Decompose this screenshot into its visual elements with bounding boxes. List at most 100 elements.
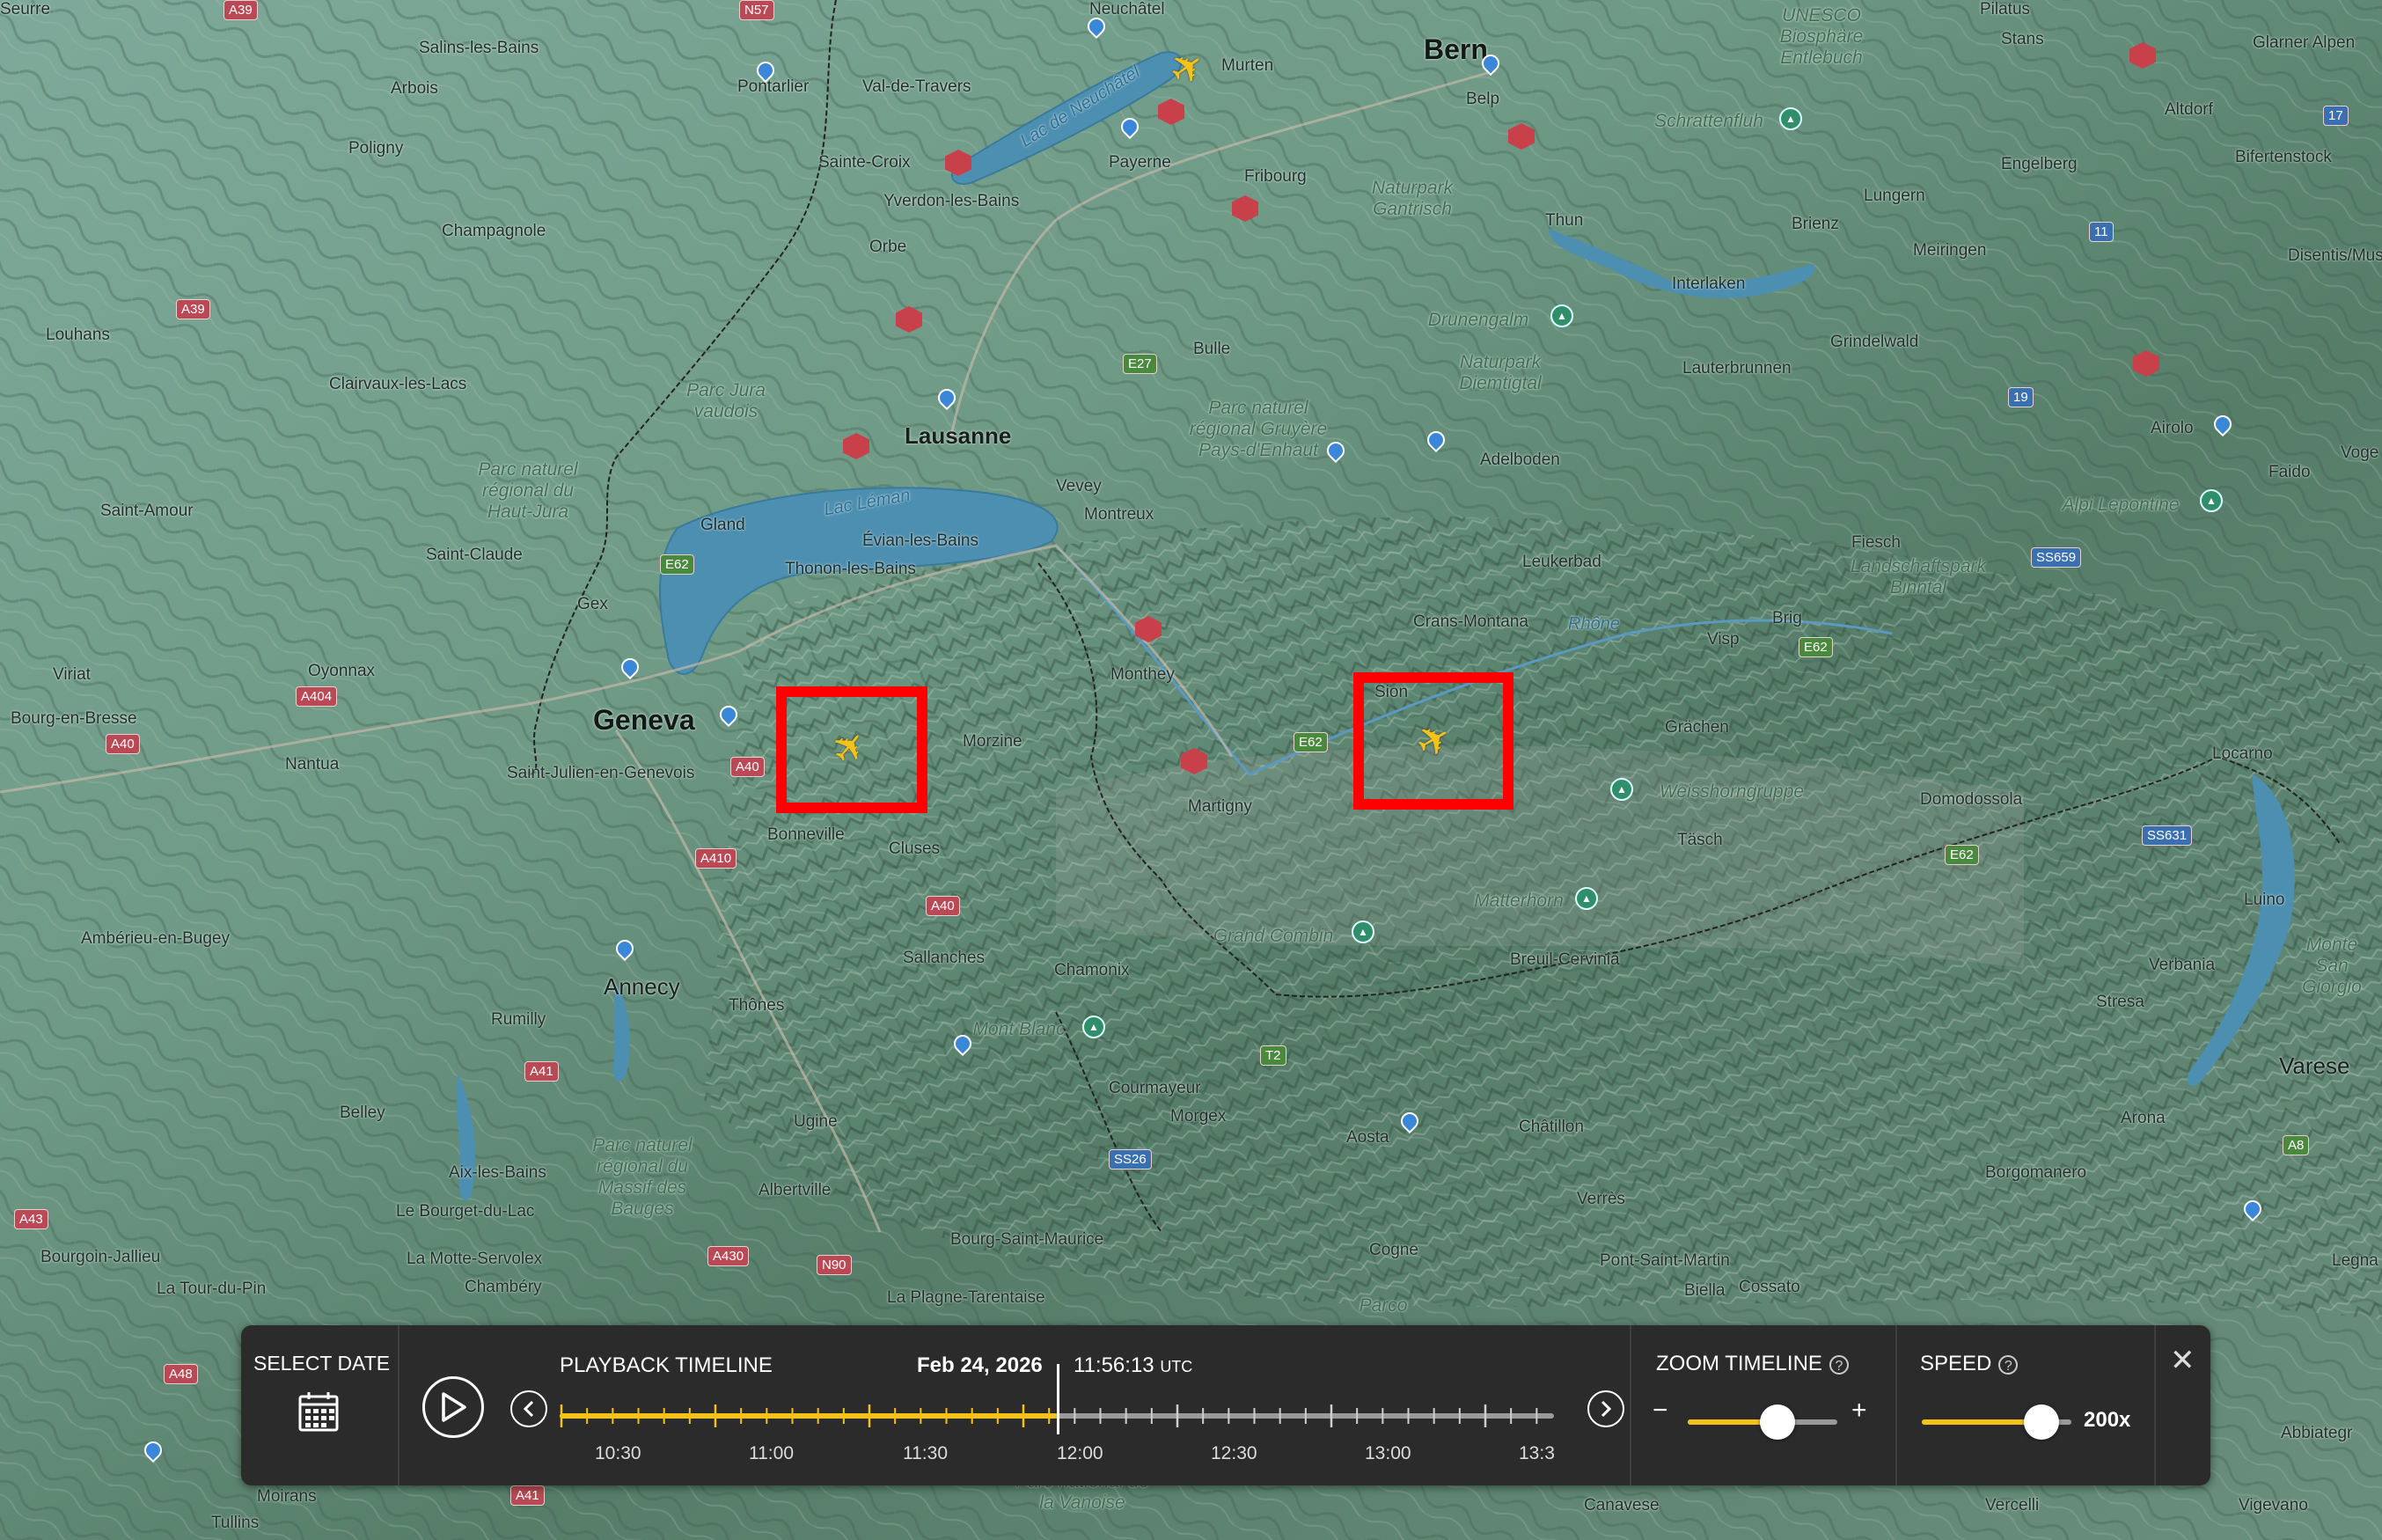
label-park-gantrisch: Naturpark Gantrisch [1371,178,1454,219]
speed-slider-knob[interactable] [2024,1404,2059,1440]
playback-time-zone: UTC [1160,1358,1193,1375]
label-la-tour: La Tour-du-Pin [157,1280,267,1298]
peak-icon: ▲ [1610,778,1633,801]
select-date-section[interactable]: SELECT DATE [241,1325,399,1485]
label-belp: Belp [1466,90,1500,108]
highlight-box [1353,672,1513,810]
road-shield: A39 [176,299,210,319]
timeline-forward-button[interactable] [1587,1390,1624,1427]
label-cossato: Cossato [1739,1278,1800,1296]
road-shield: E27 [1123,354,1157,374]
help-icon[interactable]: ? [1998,1354,2019,1375]
label-bonneville: Bonneville [767,825,845,844]
road-shield: E62 [1294,732,1328,752]
label-moirans: Moirans [257,1487,317,1506]
zoom-slider[interactable] [1688,1404,1837,1440]
road-shield: A40 [730,757,765,777]
road-shield: SS26 [1109,1149,1152,1170]
play-button[interactable] [422,1376,484,1438]
label-park-gruyere: Parc naturel régional Gruyère Pays-d'Enh… [1189,398,1328,460]
speed-title: SPEED? [1920,1352,2019,1376]
label-peak-weisshorn: Weisshorngruppe [1659,781,1805,802]
chevron-left-icon [523,1400,534,1418]
timeline-track[interactable]: 10:30 11:00 11:30 12:00 12:30 13:00 13:3… [560,1364,1554,1470]
label-voge: Voge [2341,444,2379,462]
label-sainte-croix: Sainte-Croix [818,153,911,172]
label-arona: Arona [2121,1109,2166,1127]
label-la-plagne: La Plagne-Tarentaise [887,1288,1045,1307]
road-shield: E62 [1799,637,1833,657]
label-poligny: Poligny [348,139,404,158]
zoom-timeline-section: ZOOM TIMELINE? − + [1631,1325,1897,1485]
label-leukerbad: Leukerbad [1522,553,1601,571]
label-aosta: Aosta [1346,1128,1389,1147]
label-visp: Visp [1707,630,1740,649]
label-courmayeur: Courmayeur [1109,1079,1201,1097]
label-interlaken: Interlaken [1672,275,1746,293]
label-monthey: Monthey [1110,665,1175,684]
label-canavese: Canavese [1584,1496,1660,1514]
timeline-tick-label: 10:30 [595,1443,641,1463]
label-nantua: Nantua [285,755,340,774]
label-varese: Varese [2279,1052,2350,1079]
timeline-tick-label: 11:00 [749,1443,794,1463]
peak-icon: ▲ [1352,920,1374,943]
label-peak-matterhorn: Matterhorn [1474,891,1564,911]
label-thun: Thun [1545,211,1584,230]
road-shield: 11 [2089,222,2114,242]
label-peak-grand-combin: Grand Combin [1213,926,1334,946]
label-arbois: Arbois [391,79,438,98]
label-airolo: Airolo [2151,419,2194,437]
label-clairvaux: Clairvaux-les-Lacs [329,375,467,393]
timeline-tick-label: 13:00 [1365,1443,1411,1463]
label-rumilly: Rumilly [491,1010,546,1029]
zoom-in-button[interactable]: + [1851,1396,1867,1426]
label-louhans: Louhans [46,326,110,344]
map-canvas[interactable]: Geneva Bern Lausanne Neuchâtel Murten Fr… [0,0,2382,1540]
zoom-out-button[interactable]: − [1653,1396,1668,1426]
label-meiringen: Meiringen [1913,241,1987,260]
label-locarno: Locarno [2212,744,2273,763]
label-fribourg: Fribourg [1244,167,1307,186]
timeline-playhead[interactable] [1057,1364,1059,1434]
label-morgex: Morgex [1170,1107,1227,1126]
road-shield: 19 [2008,387,2034,407]
speed-slider[interactable] [1922,1404,2071,1440]
label-payerne: Payerne [1109,153,1171,172]
zoom-slider-knob[interactable] [1760,1404,1795,1440]
label-martigny: Martigny [1188,797,1252,816]
label-peak-schrattenfluh: Schrattenfluh [1654,111,1763,131]
label-fiesch: Fiesch [1851,533,1901,552]
label-park-bauges: Parc naturel régional du Massif des Baug… [592,1135,693,1219]
label-breuil: Breuil-Cervinia [1510,950,1620,969]
timeline-back-button[interactable] [510,1390,547,1427]
calendar-icon[interactable] [297,1390,340,1433]
label-yverdon: Yverdon-les-Bains [883,192,1020,210]
road-shield: A39 [224,0,258,20]
label-peak-mont-blanc: Mont Blanc [972,1019,1066,1039]
chevron-right-icon [1601,1400,1612,1418]
timeline-tick-label: 13:3( [1519,1443,1554,1463]
label-chatillon: Châtillon [1519,1118,1584,1136]
label-bourgoin: Bourgoin-Jallieu [40,1248,161,1266]
label-peak-alpi-lepontine: Alpi Lepontine [2062,495,2180,515]
close-icon[interactable]: ✕ [2170,1343,2195,1378]
label-neuchatel: Neuchâtel [1089,0,1165,18]
road-shield: T2 [1260,1045,1286,1066]
playback-date: Feb 24, 2026 [917,1353,1043,1377]
label-adelboden: Adelboden [1480,451,1560,469]
label-chamonix: Chamonix [1054,961,1130,979]
playback-time-value: 11:56:13 [1074,1353,1154,1377]
label-champagnole: Champagnole [442,222,546,240]
label-grindelwald: Grindelwald [1830,333,1919,351]
label-la-motte: La Motte-Servolex [407,1250,543,1268]
help-icon[interactable]: ? [1829,1354,1849,1375]
road-shield: A410 [695,848,737,869]
label-oyonnax: Oyonnax [308,662,376,680]
peak-icon: ▲ [1779,107,1802,130]
road-shield: A43 [14,1209,48,1229]
label-salins: Salins-les-Bains [419,39,539,57]
zoom-timeline-label: ZOOM TIMELINE [1656,1352,1822,1375]
label-bourg: Bourg-en-Bresse [11,709,137,728]
label-viriat: Viriat [53,665,91,684]
